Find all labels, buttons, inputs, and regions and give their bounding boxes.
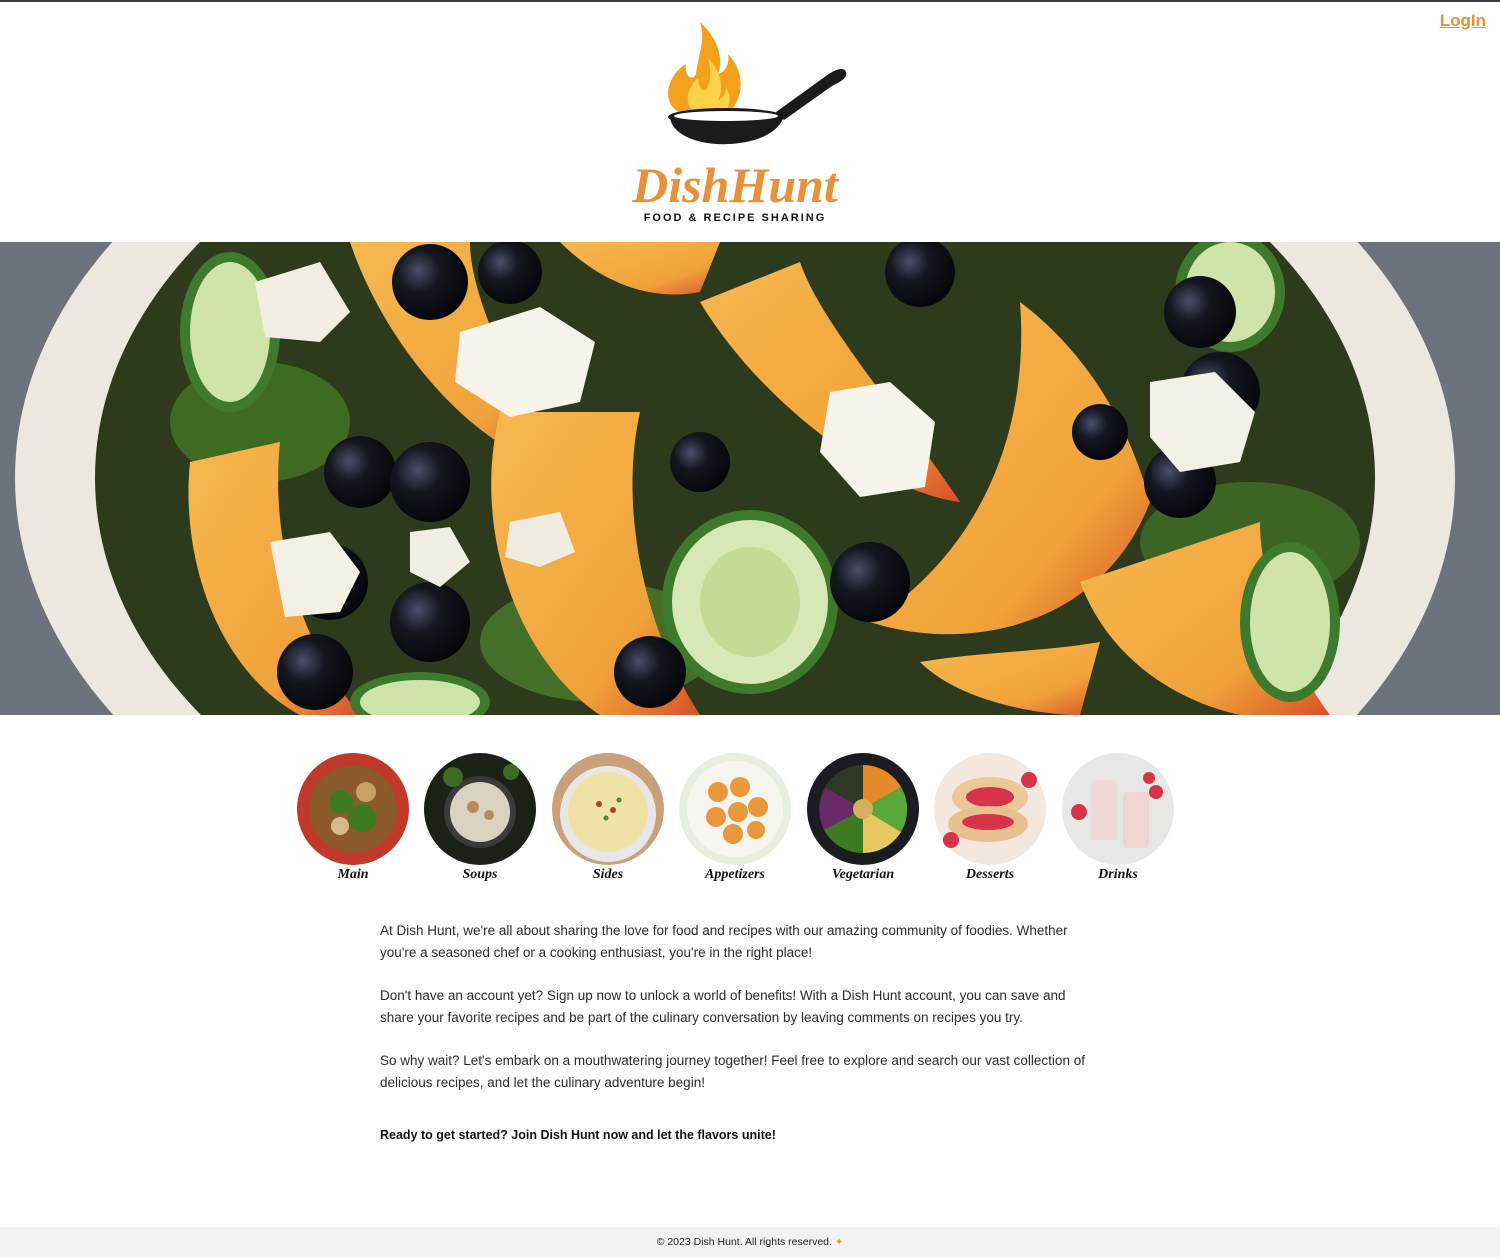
category-main-label[interactable]: Main — [296, 867, 410, 883]
category-soups-image[interactable] — [423, 752, 537, 866]
category-drinks[interactable]: Drinks — [1061, 752, 1175, 883]
category-drinks-label[interactable]: Drinks — [1061, 867, 1175, 883]
category-desserts[interactable]: Desserts — [933, 752, 1047, 883]
about-paragraph-1: At Dish Hunt, we're all about sharing th… — [380, 923, 1068, 960]
hero-salad-image — [0, 242, 1500, 715]
dishhunt-logo[interactable]: DishHunt FOOD & RECIPE SHARING — [600, 16, 870, 231]
category-main[interactable]: Main — [296, 752, 410, 883]
category-main-image[interactable] — [296, 752, 410, 866]
category-sides-label[interactable]: Sides — [551, 867, 665, 883]
category-list: Main Soups Sides Appetizers Vegetarian D… — [296, 752, 1186, 887]
category-vegetarian-label[interactable]: Vegetarian — [806, 867, 920, 883]
category-sides-image[interactable] — [551, 752, 665, 866]
category-desserts-label[interactable]: Desserts — [933, 867, 1047, 883]
footer-copyright: © 2023 Dish Hunt. All rights reserved. — [656, 1236, 832, 1248]
category-desserts-image[interactable] — [933, 752, 1047, 866]
footer: © 2023 Dish Hunt. All rights reserved. ✦ — [0, 1227, 1500, 1257]
category-vegetarian[interactable]: Vegetarian — [806, 752, 920, 883]
category-appetizers-label[interactable]: Appetizers — [678, 867, 792, 883]
logo-brand-text: DishHunt — [631, 157, 840, 213]
category-vegetarian-image[interactable] — [806, 752, 920, 866]
login-link[interactable]: LogIn — [1440, 11, 1486, 31]
about-paragraph-3: So why wait? Let's embark on a mouthwate… — [380, 1053, 1085, 1090]
category-drinks-image[interactable] — [1061, 752, 1175, 866]
category-appetizers[interactable]: Appetizers — [678, 752, 792, 883]
sparkle-icon: ✦ — [834, 1237, 844, 1248]
about-paragraph-2: Don't have an account yet? Sign up now t… — [380, 988, 1066, 1025]
logo-tagline: FOOD & RECIPE SHARING — [644, 212, 827, 224]
category-soups[interactable]: Soups — [423, 752, 537, 883]
category-appetizers-image[interactable] — [678, 752, 792, 866]
call-to-action: Ready to get started? Join Dish Hunt now… — [380, 1128, 776, 1142]
about-section: At Dish Hunt, we're all about sharing th… — [380, 920, 1100, 1115]
category-sides[interactable]: Sides — [551, 752, 665, 883]
category-soups-label[interactable]: Soups — [423, 867, 537, 883]
flaming-pan-icon — [668, 22, 847, 145]
